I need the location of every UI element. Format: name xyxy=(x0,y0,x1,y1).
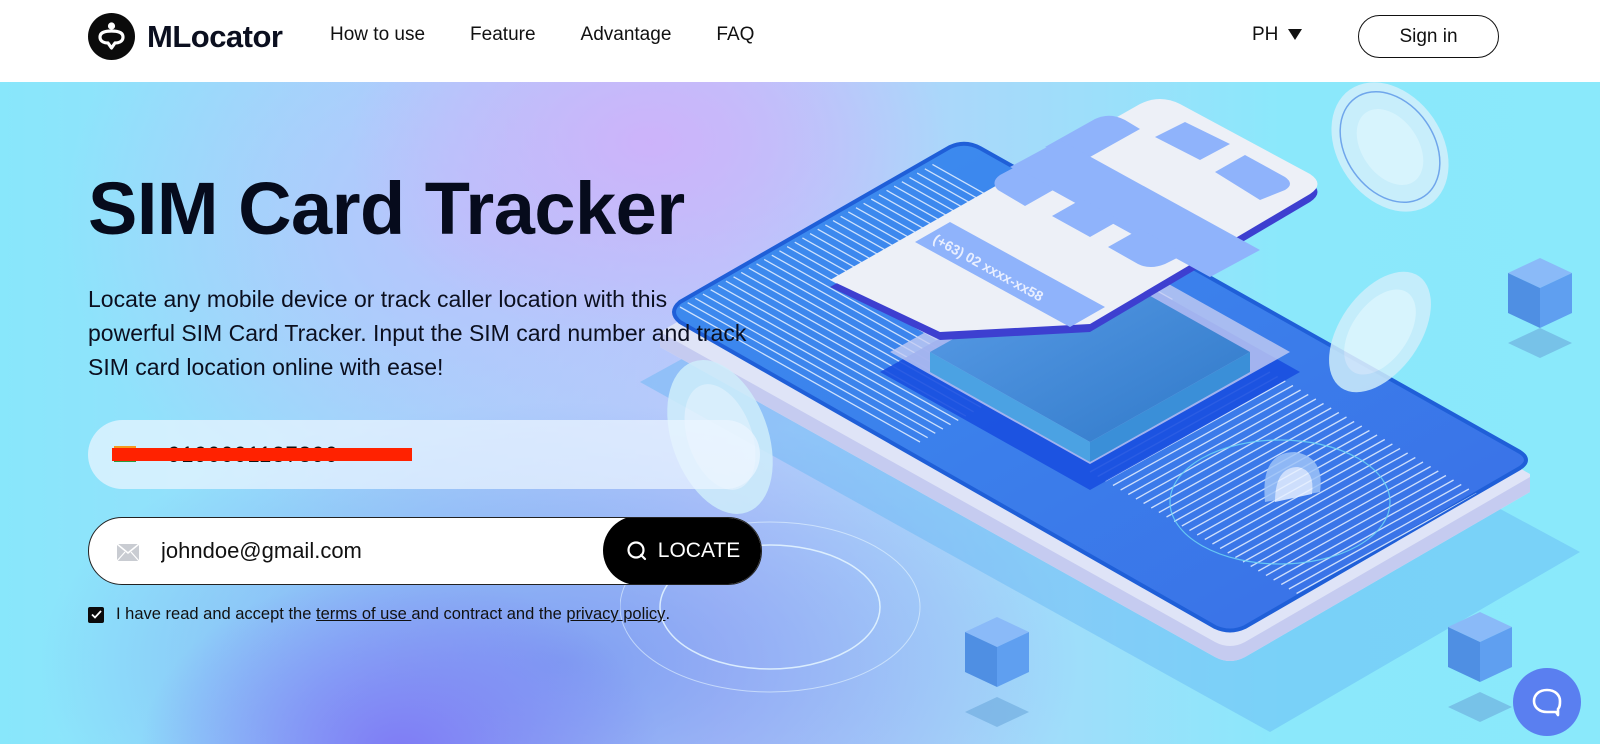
check-icon xyxy=(90,610,102,619)
site-header: MLocator How to use Feature Advantage FA… xyxy=(0,0,1600,82)
locate-button[interactable]: LOCATE xyxy=(603,518,761,584)
email-input[interactable] xyxy=(161,532,581,570)
terms-of-use-link[interactable]: terms of use xyxy=(316,605,411,624)
phone-number-input[interactable]: 9190001137890 xyxy=(88,420,760,489)
hero-section: (+63) 02 xxxx-xx58 SIM Card Tracker Loca… xyxy=(0,82,1600,744)
caret-down-icon xyxy=(1288,28,1303,40)
locate-label: LOCATE xyxy=(657,538,741,562)
brand-logo[interactable]: MLocator xyxy=(88,13,283,60)
nav-how-to-use[interactable]: How to use xyxy=(330,24,425,46)
chat-widget-button[interactable] xyxy=(1513,668,1581,736)
redaction-bar xyxy=(112,448,412,461)
nav-feature[interactable]: Feature xyxy=(470,24,535,46)
brand-name: MLocator xyxy=(147,18,283,54)
page-title: SIM Card Tracker xyxy=(88,167,685,250)
email-search-bar: LOCATE xyxy=(88,517,762,585)
mail-icon xyxy=(116,543,140,566)
nav-faq[interactable]: FAQ xyxy=(716,24,754,46)
nav-advantage[interactable]: Advantage xyxy=(581,24,672,46)
consent-suffix: . xyxy=(665,605,671,623)
language-selector[interactable]: PH xyxy=(1252,24,1303,46)
logo-icon xyxy=(88,13,135,60)
hero-description: Locate any mobile device or track caller… xyxy=(88,286,747,380)
search-icon xyxy=(627,540,646,560)
consent-prefix: I have read and accept the xyxy=(116,605,316,623)
privacy-policy-link[interactable]: privacy policy xyxy=(566,605,665,624)
consent-checkbox[interactable] xyxy=(88,606,104,623)
sign-in-button[interactable]: Sign in xyxy=(1358,15,1499,58)
consent-middle: and contract and the xyxy=(411,605,567,623)
sim-tracker-illustration: (+63) 02 xxxx-xx58 xyxy=(620,82,1580,732)
chat-bubble-icon xyxy=(1532,688,1562,717)
consent-row: I have read and accept the terms of use … xyxy=(88,605,670,624)
main-nav: How to use Feature Advantage FAQ xyxy=(330,24,754,46)
language-label: PH xyxy=(1252,24,1279,45)
